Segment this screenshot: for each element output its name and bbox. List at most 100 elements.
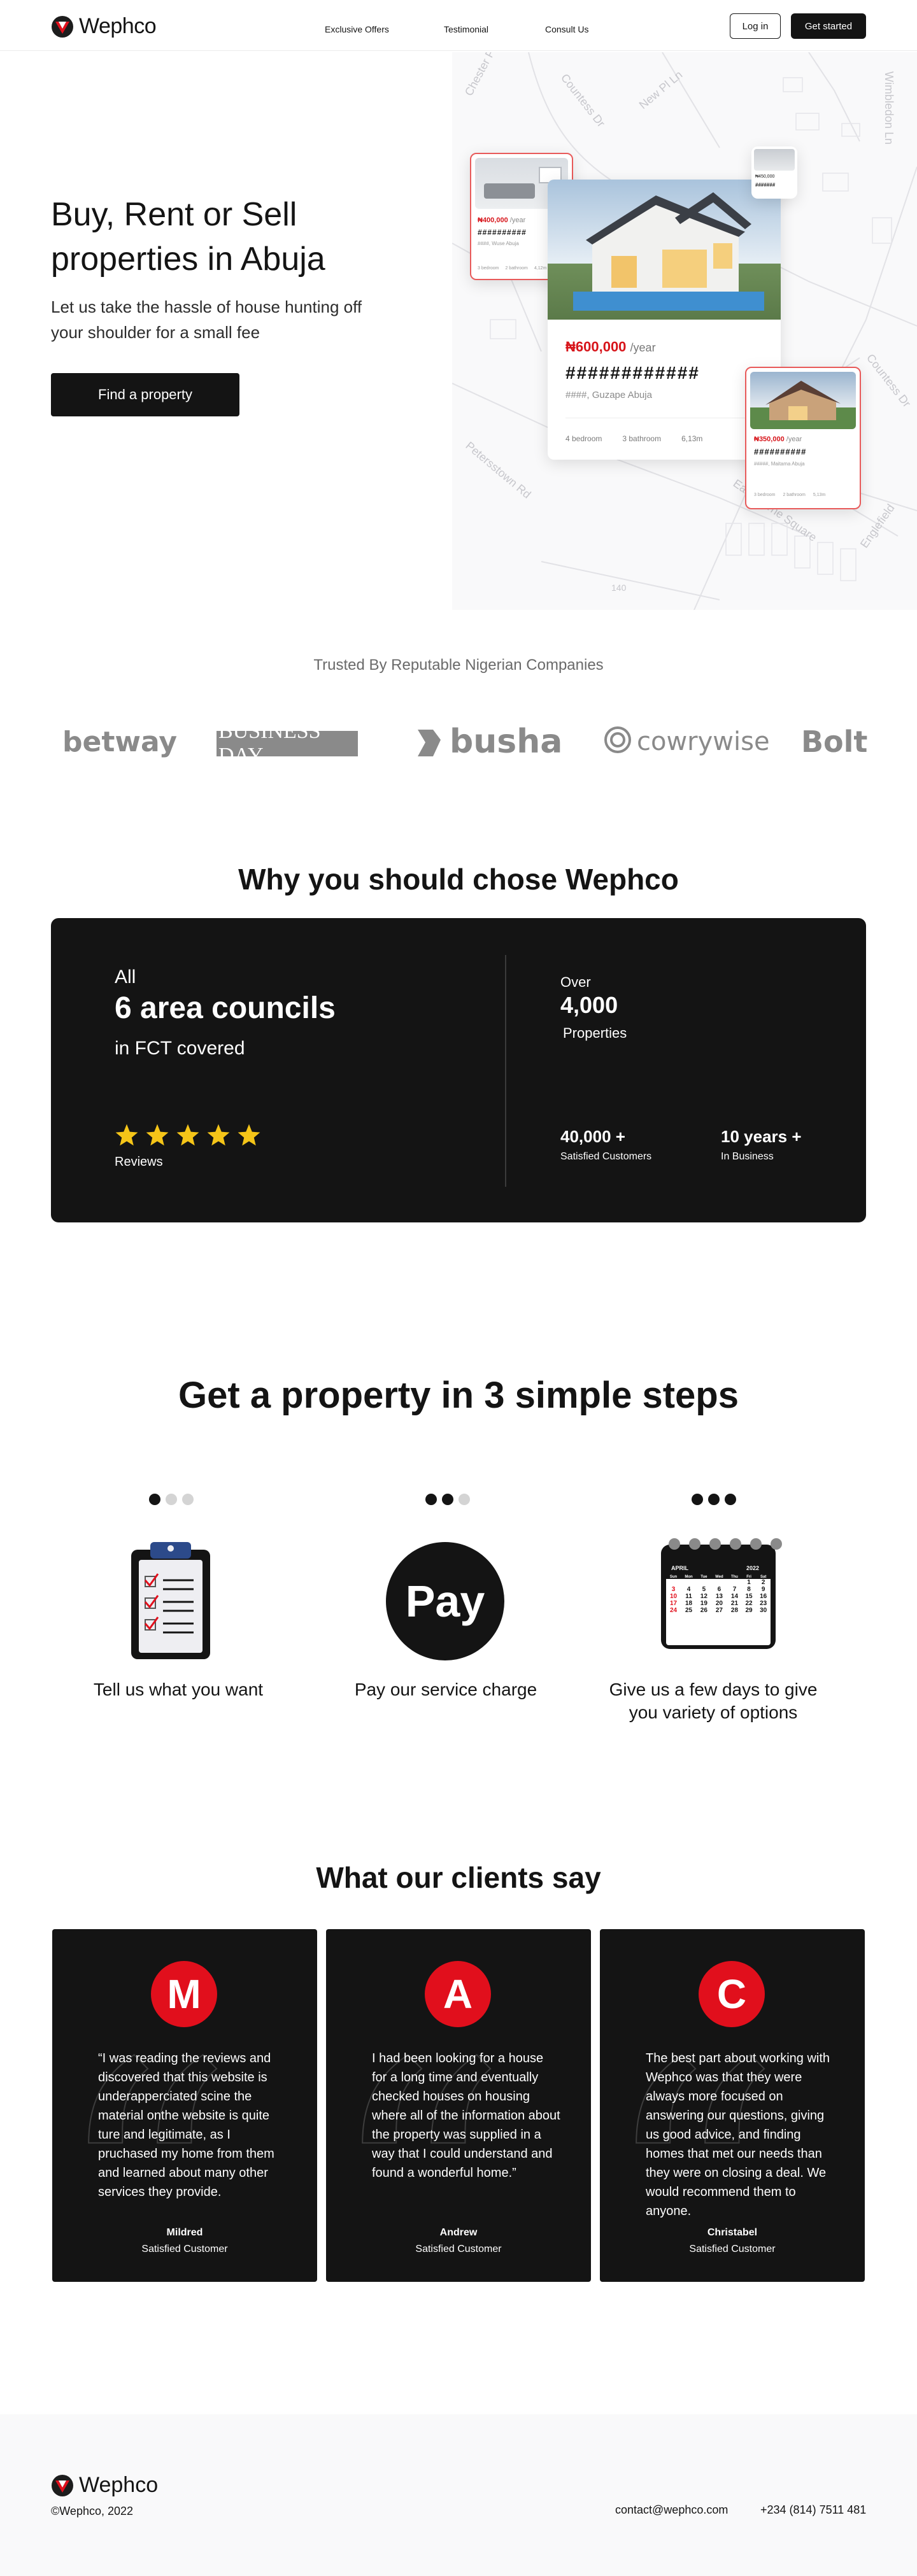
price-label: ₦600,000	[565, 339, 627, 355]
step-text: Tell us what you want	[93, 1680, 264, 1699]
councils-pre: All	[115, 966, 136, 987]
property-specs: 3 bedroom 2 bathroom 4,12m	[478, 266, 547, 271]
footer-phone-link[interactable]: +234 (814) 7511 481	[760, 2503, 866, 2517]
divider	[505, 955, 506, 1187]
testimonial-name: Andrew	[439, 2227, 478, 2238]
price-label: ₦450,000	[755, 174, 775, 179]
hero-map: Countess Dr New Pl Ln Wimbledon Ln Chest…	[452, 52, 917, 610]
testimonial-card: “ M “I was reading the reviews and disco…	[52, 1929, 317, 2282]
star-icon	[207, 1124, 230, 1146]
price-period: /year	[509, 216, 526, 224]
property-title: ############	[565, 363, 700, 383]
house-photo	[548, 180, 781, 320]
room-photo	[754, 149, 795, 171]
calendar-year: 2022	[746, 1565, 760, 1571]
property-specs: 3 bedroom 2 bathroom 5,13m	[754, 493, 826, 497]
properties-value: 4,000	[560, 992, 618, 1018]
step-dot-active	[725, 1494, 736, 1505]
map-label: New Pl Ln	[637, 68, 685, 111]
map-label: Countess Dr	[558, 71, 608, 129]
step-text: Give us a few days to give you variety o…	[609, 1680, 818, 1722]
login-button[interactable]: Log in	[730, 13, 781, 39]
house-photo	[750, 372, 856, 429]
star-icon	[238, 1124, 260, 1146]
footer-email-link[interactable]: contact@wephco.com	[615, 2503, 728, 2517]
property-specs: 4 bedroom 3 bathroom 6,13m	[565, 434, 703, 443]
nav-exclusive-offers[interactable]: Exclusive Offers	[325, 24, 389, 34]
customers-label: Satisfied Customers	[560, 1151, 652, 1162]
site-header: Wephco Exclusive Offers Testimonial Cons…	[0, 0, 917, 51]
testimonial-role: Satisfied Customer	[415, 2244, 502, 2254]
step-dot	[182, 1494, 194, 1505]
map-label: Countess Dr	[864, 351, 913, 409]
testimonial-role: Satisfied Customer	[689, 2244, 776, 2254]
properties-label: Properties	[563, 1025, 627, 1041]
property-title: ##########	[754, 447, 807, 456]
clipboard-icon	[131, 1542, 210, 1659]
councils-main: 6 area councils	[115, 991, 336, 1025]
price-period: /year	[630, 341, 656, 354]
testimonial-name: Mildred	[166, 2227, 203, 2238]
property-card-small[interactable]: ₦450,000 #######	[751, 146, 797, 199]
wephco-logo-icon	[52, 15, 73, 38]
busha-logo-icon	[418, 730, 441, 756]
brand-name: Wephco	[79, 14, 157, 38]
step-dot	[166, 1494, 177, 1505]
brand-cowrywise-logo: cowrywise	[637, 727, 770, 756]
testimonial-card: “ C The best part about working with Wep…	[600, 1929, 865, 2282]
calendar-grid: Sun Mon Tue Wed Thu Fri Sat 12 3456789 10 11 12 1…	[666, 1575, 771, 1645]
councils-post: in FCT covered	[115, 1038, 245, 1059]
price-label: ₦350,000	[754, 435, 785, 443]
property-title: ##########	[478, 228, 527, 237]
steps-title: Get a property in 3 simple steps	[178, 1375, 739, 1416]
years-label: In Business	[721, 1151, 774, 1162]
testimonial-quote: The best part about working with Wephco …	[646, 2051, 830, 2218]
map-label: Chester Pl	[462, 52, 499, 98]
map-label: 140	[611, 583, 627, 593]
avatar: A	[425, 1961, 491, 2027]
property-address: ####, Guzape Abuja	[565, 390, 652, 400]
step-dot-active	[425, 1494, 437, 1505]
testimonial-card: “ A I had been looking for a house for a…	[326, 1929, 591, 2282]
map-label: Wimbledon Ln	[883, 71, 895, 145]
testimonial-quote: “I was reading the reviews and discovere…	[98, 2051, 274, 2199]
brand-bolt-logo: Bolt	[801, 725, 868, 759]
testimonials-title: What our clients say	[316, 1861, 601, 1894]
get-started-button[interactable]: Get started	[791, 13, 866, 39]
testimonial-quote: I had been looking for a house for a lon…	[372, 2051, 560, 2180]
calendar-month: APRIL	[671, 1565, 688, 1571]
site-footer: Wephco ©Wephco, 2022 contact@wephco.com …	[0, 2414, 917, 2576]
step-text: Pay our service charge	[354, 1680, 537, 1699]
footer-logo[interactable]: Wephco	[51, 2473, 158, 2498]
step-dot-active	[442, 1494, 453, 1505]
property-card[interactable]: ₦350,000 /year ########## #####, Maitama…	[745, 367, 861, 509]
step-dot-active	[149, 1494, 160, 1505]
customers-value: 40,000 +	[560, 1127, 625, 1146]
find-property-button[interactable]: Find a property	[51, 373, 239, 416]
property-address: ####, Wuse Abuja	[478, 241, 519, 246]
brand-busha-logo: busha	[450, 723, 563, 761]
why-title: Why you should chose Wephco	[238, 863, 679, 896]
property-title: #######	[755, 182, 776, 188]
wephco-logo-icon	[52, 2474, 73, 2496]
property-address: #####, Maitama Abuja	[754, 461, 805, 467]
nav-consult-us[interactable]: Consult Us	[545, 24, 588, 34]
nav-testimonial[interactable]: Testimonial	[444, 24, 488, 34]
star-icon	[115, 1124, 138, 1146]
star-icon	[146, 1124, 169, 1146]
avatar: C	[699, 1961, 765, 2027]
properties-pre: Over	[560, 974, 591, 990]
pay-icon: Pay	[386, 1542, 504, 1660]
map-label: Petersstown Rd	[463, 439, 533, 501]
price-label: ₦400,000	[478, 216, 508, 224]
avatar: M	[151, 1961, 217, 2027]
step-dot-active	[708, 1494, 720, 1505]
cowrywise-logo-icon	[604, 726, 631, 753]
calendar-icon: APRIL 2022 Sun Mon Tue Wed Thu Fri Sat 12 3456…	[661, 1538, 782, 1649]
map-label: Englefield	[858, 502, 897, 550]
trusted-title: Trusted By Reputable Nigerian Companies	[313, 656, 604, 674]
testimonial-role: Satisfied Customer	[141, 2244, 228, 2254]
footer-brand-name: Wephco	[79, 2473, 159, 2497]
hero-title: Buy, Rent or Sell properties in Abuja	[51, 196, 325, 278]
brand-logo[interactable]: Wephco	[51, 14, 157, 39]
